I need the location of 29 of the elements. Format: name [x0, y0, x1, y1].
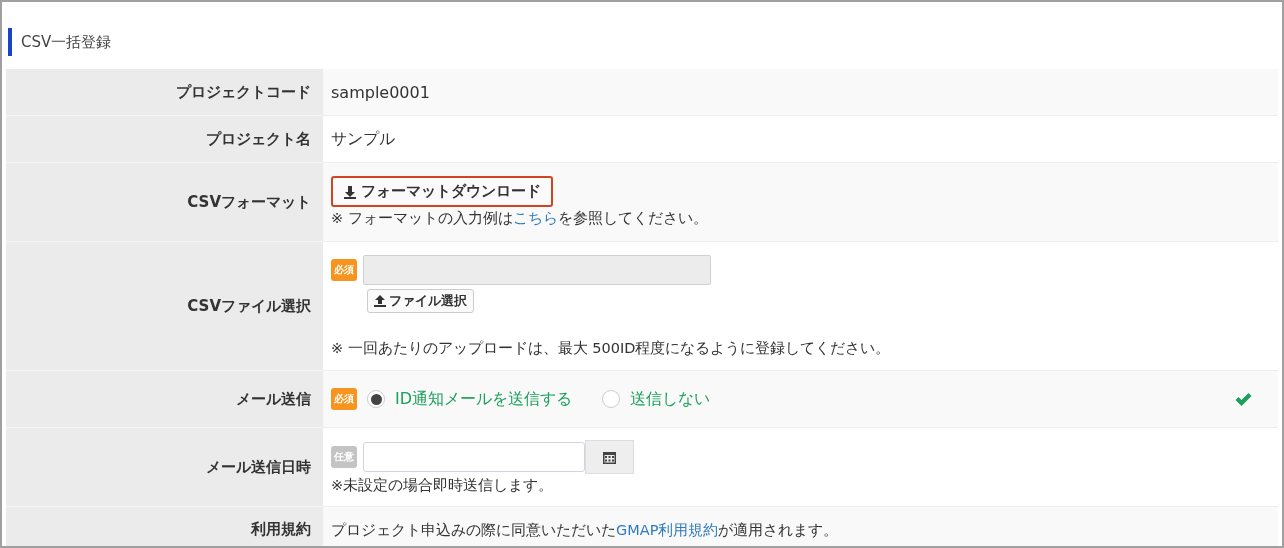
- file-select-button[interactable]: ファイル選択: [367, 288, 474, 313]
- field-label: CSVファイル選択: [6, 242, 323, 371]
- field-label: プロジェクトコード: [6, 69, 323, 116]
- link[interactable]: GMAP利用規約: [616, 522, 719, 538]
- field-value: sample0001: [331, 82, 431, 102]
- field-label: プロジェクト名: [6, 116, 323, 163]
- calendar-button[interactable]: [585, 439, 634, 474]
- file-field[interactable]: [363, 254, 711, 285]
- download-button[interactable]: フォーマットダウンロード: [331, 176, 553, 207]
- help-text: ※未設定の場合即時送信します。: [331, 475, 555, 495]
- help-text: ※ フォーマットの入力例は こちら を参照してください。: [331, 209, 709, 228]
- field-label: CSVフォーマット: [6, 163, 323, 242]
- field-label: メール送信: [6, 371, 323, 428]
- help-text: ※ 一回あたりのアップロードは、最大 500ID程度になるように登録してください。: [331, 338, 892, 358]
- badge: 必須: [331, 258, 357, 281]
- date-field[interactable]: [363, 441, 585, 472]
- field-label: 利用規約: [6, 507, 323, 546]
- upload-icon: [374, 294, 386, 307]
- badge: 任意: [331, 445, 357, 468]
- section-title: CSV一括登録: [8, 27, 112, 56]
- radio-option[interactable]: 送信しない: [602, 388, 711, 410]
- radio-option[interactable]: ID通知メールを送信する: [367, 388, 573, 410]
- badge: 必須: [331, 388, 357, 410]
- terms-text: プロジェクト申込みの際に同意いただいたGMAP利用規約が適用されます。: [331, 521, 840, 540]
- download-icon: [343, 184, 357, 199]
- field-label: メール送信日時: [6, 428, 323, 507]
- link[interactable]: こちら: [512, 210, 558, 226]
- field-value: サンプル: [331, 128, 396, 150]
- calendar-icon: [603, 449, 616, 464]
